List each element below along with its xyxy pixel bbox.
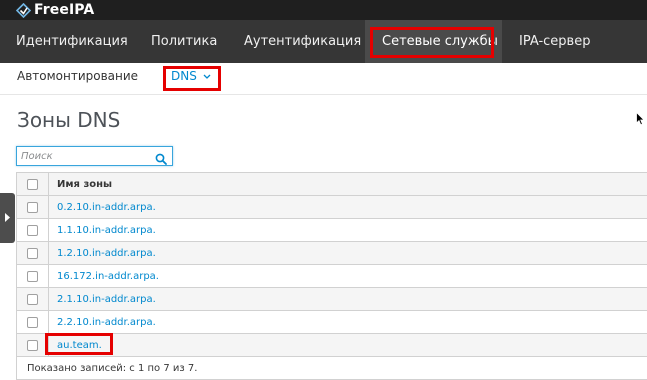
- table-row: au.team.: [17, 334, 647, 357]
- select-all-checkbox[interactable]: [27, 179, 38, 190]
- zones-table: Имя зоны 0.2.10.in-addr.arpa. 1.1.10.in-…: [16, 172, 647, 380]
- nav-ipa-server[interactable]: IPA-сервер: [519, 20, 590, 63]
- column-divider: [48, 242, 49, 264]
- column-divider: [48, 219, 49, 241]
- row-checkbox[interactable]: [27, 317, 38, 328]
- column-divider: [48, 288, 49, 310]
- row-checkbox[interactable]: [27, 202, 38, 213]
- nav-authentication[interactable]: Аутентификация: [244, 20, 361, 63]
- page-title: Зоны DNS: [17, 108, 121, 132]
- subnav-dns-label: DNS: [171, 69, 197, 83]
- zone-link[interactable]: 2.1.10.in-addr.arpa.: [57, 288, 156, 312]
- table-row: 16.172.in-addr.arpa.: [17, 265, 647, 288]
- nav-identity-label: Идентификация: [16, 34, 128, 49]
- table-row: 2.1.10.in-addr.arpa.: [17, 288, 647, 311]
- column-divider: [48, 311, 49, 333]
- column-divider: [48, 265, 49, 287]
- table-footer: Показано записей: с 1 по 7 из 7.: [17, 357, 647, 380]
- subnav-automount-label: Автомонтирование: [17, 69, 139, 83]
- zone-link[interactable]: 1.1.10.in-addr.arpa.: [57, 219, 156, 243]
- brand-name: FreeIPA: [34, 2, 95, 18]
- sub-nav: Автомонтирование DNS: [0, 63, 647, 95]
- table-row: 0.2.10.in-addr.arpa.: [17, 196, 647, 219]
- nav-identity[interactable]: Идентификация: [16, 20, 128, 63]
- nav-network-services-label: Сетевые службы: [382, 34, 498, 49]
- brand-logo[interactable]: FreeIPA: [16, 2, 94, 18]
- search-input[interactable]: [21, 148, 149, 164]
- row-checkbox[interactable]: [27, 294, 38, 305]
- zone-link[interactable]: 2.2.10.in-addr.arpa.: [57, 311, 156, 335]
- nav-policy-label: Политика: [151, 34, 218, 49]
- brand-bar: FreeIPA: [0, 0, 647, 20]
- column-divider: [48, 173, 49, 195]
- nav-authentication-label: Аутентификация: [244, 34, 362, 49]
- subnav-dns[interactable]: DNS: [171, 63, 211, 94]
- table-row: 1.1.10.in-addr.arpa.: [17, 219, 647, 242]
- table-header-row: Имя зоны: [17, 173, 647, 196]
- search-icon[interactable]: [155, 150, 167, 165]
- column-divider: [48, 196, 49, 218]
- table-row: 1.2.10.in-addr.arpa.: [17, 242, 647, 265]
- zone-link[interactable]: 16.172.in-addr.arpa.: [57, 265, 159, 289]
- row-checkbox[interactable]: [27, 248, 38, 259]
- chevron-down-icon: [203, 63, 211, 90]
- nav-network-services[interactable]: Сетевые службы: [365, 20, 502, 63]
- subnav-automount[interactable]: Автомонтирование: [17, 63, 138, 94]
- table-row: 2.2.10.in-addr.arpa.: [17, 311, 647, 334]
- column-divider: [48, 334, 49, 356]
- zone-link[interactable]: 1.2.10.in-addr.arpa.: [57, 242, 156, 266]
- zone-link[interactable]: au.team.: [57, 334, 102, 358]
- zone-link[interactable]: 0.2.10.in-addr.arpa.: [57, 196, 156, 220]
- column-header-zone-name[interactable]: Имя зоны: [57, 173, 112, 196]
- search-box: [16, 146, 173, 166]
- freeipa-logo-icon: [16, 2, 31, 18]
- mouse-cursor-icon: [636, 111, 645, 130]
- row-checkbox[interactable]: [27, 271, 38, 282]
- row-checkbox[interactable]: [27, 340, 38, 351]
- nav-policy[interactable]: Политика: [151, 20, 217, 63]
- main-nav: Идентификация Политика Аутентификация Се…: [0, 20, 647, 63]
- row-checkbox[interactable]: [27, 225, 38, 236]
- nav-ipa-server-label: IPA-сервер: [519, 34, 591, 49]
- sidebar-toggle[interactable]: [0, 193, 15, 243]
